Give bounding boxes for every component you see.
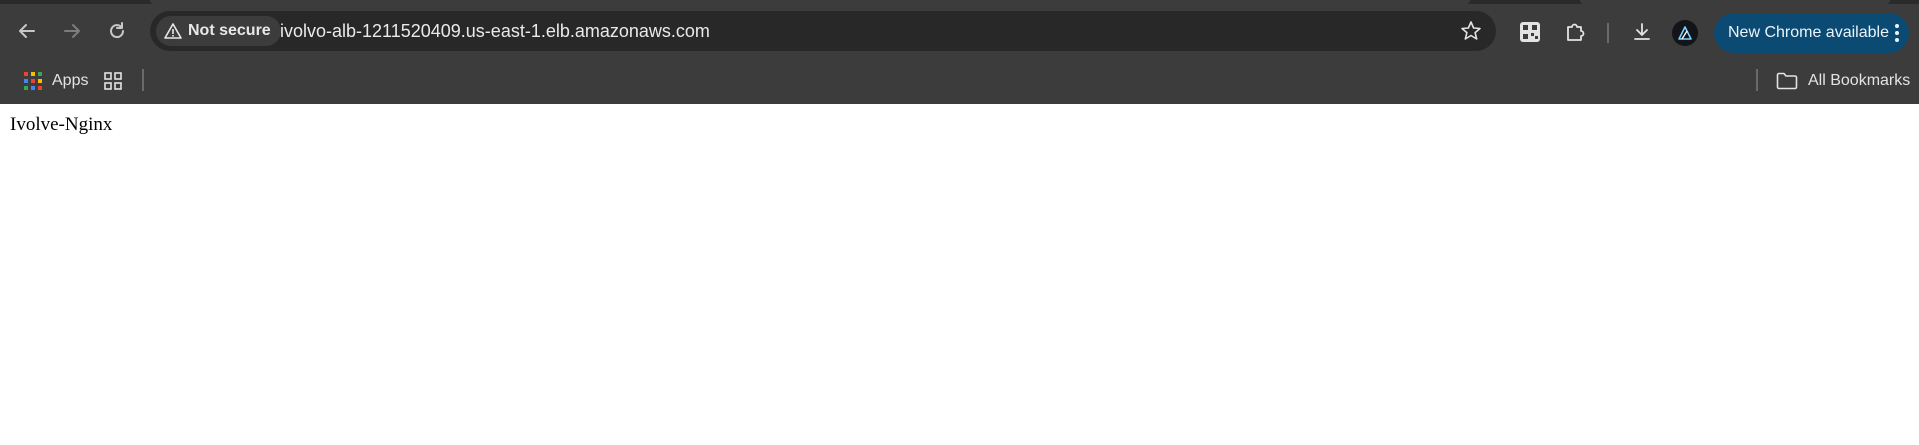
toolbar: Not secure ivolvo-alb-1211520409.us-east…	[0, 4, 1919, 59]
download-icon	[1634, 23, 1650, 40]
warning-triangle-icon	[164, 23, 182, 39]
all-bookmarks-button[interactable]: All Bookmarks	[1776, 66, 1910, 96]
forward-button[interactable]	[54, 13, 90, 49]
star-outline-icon[interactable]	[1460, 20, 1482, 42]
three-dots-vertical-icon[interactable]	[1895, 24, 1899, 42]
bookmark-apps-label: Apps	[52, 72, 89, 89]
arrow-left-icon	[19, 24, 35, 38]
arrow-right-icon	[64, 24, 80, 38]
toolbar-divider	[1607, 23, 1609, 43]
update-label: New Chrome available	[1728, 24, 1889, 41]
browser-chrome: Not secure ivolvo-alb-1211520409.us-east…	[0, 0, 1919, 104]
all-bookmarks-label: All Bookmarks	[1808, 72, 1911, 89]
apps-grid-icon	[24, 72, 42, 90]
new-chrome-available-button[interactable]: New Chrome available	[1714, 13, 1909, 53]
qr-code-icon	[1520, 22, 1540, 42]
folder-icon	[1776, 72, 1798, 90]
security-indicator[interactable]: Not secure	[156, 16, 281, 46]
page-body-text: Ivolve-Nginx	[10, 114, 113, 135]
address-bar[interactable]: Not secure ivolvo-alb-1211520409.us-east…	[150, 11, 1496, 51]
profile-avatar-icon	[1678, 26, 1692, 40]
back-button[interactable]	[9, 13, 45, 49]
url-text[interactable]: ivolvo-alb-1211520409.us-east-1.elb.amaz…	[280, 11, 710, 51]
reload-button[interactable]	[99, 13, 135, 49]
tab-groups-icon	[104, 72, 122, 90]
qr-code-button[interactable]	[1517, 19, 1543, 45]
reload-icon	[110, 22, 125, 39]
bookmarks-divider	[142, 69, 144, 91]
page-content: Ivolve-Nginx	[0, 104, 1919, 445]
bookmarks-divider-right	[1756, 69, 1758, 91]
bookmarks-bar: Apps All Bookmarks	[0, 59, 1919, 104]
profile-button[interactable]	[1672, 20, 1698, 46]
security-label: Not secure	[188, 22, 271, 39]
downloads-button[interactable]	[1629, 19, 1655, 45]
extensions-button[interactable]	[1562, 19, 1588, 45]
bookmark-apps[interactable]: Apps	[24, 66, 88, 96]
puzzle-piece-icon	[1567, 23, 1585, 41]
tab-groups-button[interactable]	[103, 66, 123, 96]
